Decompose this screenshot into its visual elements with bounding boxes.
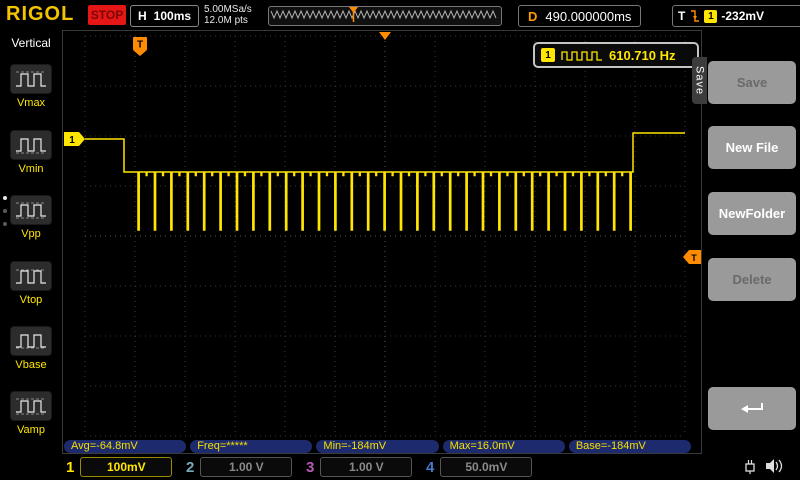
top-status-bar: RIGOL STOP H 100ms 5.00MSa/s 12.0M pts D… (0, 0, 800, 30)
timebase-label: H (138, 9, 147, 23)
trigger-position-marker[interactable]: T (133, 37, 147, 56)
sidebar-item-vbase[interactable]: Vbase (0, 326, 62, 371)
vpp-icon (10, 195, 52, 225)
memory-waveform-icon (271, 11, 496, 18)
channel-3-number: 3 (306, 459, 314, 476)
memory-depth: 12.0M pts (204, 15, 252, 26)
channel-2-status[interactable]: 2 1.00 V (186, 456, 292, 478)
sidebar-item-vpp[interactable]: Vpp (0, 195, 62, 240)
vtop-icon (10, 261, 52, 291)
svg-text:T: T (691, 253, 697, 263)
sidebar-item-vamp[interactable]: Vamp (0, 391, 62, 436)
measurement-base: Base=-184mV (569, 440, 691, 453)
sidebar-item-label: Vmax (0, 97, 62, 109)
channel-3-scale: 1.00 V (320, 457, 412, 477)
sidebar-item-label: Vtop (0, 294, 62, 306)
falling-edge-icon (689, 9, 700, 23)
new-file-button[interactable]: New File (708, 126, 796, 169)
trigger-delay-box[interactable]: D 490.000000ms (518, 5, 641, 27)
sidebar-item-label: Vbase (0, 359, 62, 371)
channel-1-number: 1 (66, 459, 74, 476)
sidebar-item-vmax[interactable]: Vmax (0, 64, 62, 109)
return-arrow-icon (737, 400, 767, 418)
vbase-icon (10, 326, 52, 356)
waveform-display: T 1 T 1 610.710 Hz Avg=-64.8mV Freq=****… (62, 30, 702, 454)
channel-1-trace (85, 133, 685, 230)
channel-2-scale: 1.00 V (200, 457, 292, 477)
measure-category-title: Vertical (0, 36, 62, 50)
sidebar-item-vtop[interactable]: Vtop (0, 261, 62, 306)
channel-4-status[interactable]: 4 50.0mV (426, 456, 532, 478)
trigger-info-box[interactable]: T 1 -232mV (672, 5, 800, 27)
new-folder-button[interactable]: NewFolder (708, 192, 796, 235)
channel-4-scale: 50.0mV (440, 457, 532, 477)
channel-2-number: 2 (186, 459, 194, 476)
trigger-source-badge: 1 (704, 10, 717, 23)
channel-1-level-marker[interactable]: 1 (64, 132, 85, 146)
measurement-freq: Freq=***** (190, 440, 312, 453)
delete-button[interactable]: Delete (708, 258, 796, 301)
soft-menu: Save Save New File NewFolder Delete (702, 30, 800, 480)
svg-text:1: 1 (69, 135, 75, 146)
delay-label: D (528, 9, 537, 24)
sample-rate: 5.00MSa/s (204, 4, 252, 15)
measurement-min: Min=-184mV (316, 440, 438, 453)
measurement-avg: Avg=-64.8mV (64, 440, 186, 453)
channel-1-status[interactable]: 1 100mV (66, 456, 172, 478)
sidebar-item-label: Vpp (0, 228, 62, 240)
frequency-counter-badge: 1 610.710 Hz (533, 42, 699, 68)
sidebar-item-label: Vamp (0, 424, 62, 436)
delay-value: 490.000000ms (545, 9, 631, 24)
sidebar-item-vmin[interactable]: Vmin (0, 130, 62, 175)
sidebar-item-label: Vmin (0, 163, 62, 175)
menu-tab-save: Save (692, 57, 707, 104)
measurement-readout-bar: Avg=-64.8mV Freq=***** Min=-184mV Max=16… (64, 440, 691, 453)
speaker-icon[interactable] (764, 457, 784, 475)
rigol-logo: RIGOL (6, 3, 74, 26)
measurement-max: Max=16.0mV (443, 440, 565, 453)
measure-sidebar: Vertical Vmax Vmin Vpp Vtop Vbase Vamp (0, 30, 62, 480)
frequency-value: 610.710 Hz (609, 48, 676, 63)
channel-4-number: 4 (426, 459, 434, 476)
graticule-grid (85, 36, 685, 436)
sample-rate-readout: 5.00MSa/s 12.0M pts (204, 4, 252, 26)
save-button[interactable]: Save (708, 61, 796, 104)
vamp-icon (10, 391, 52, 421)
pulse-train-icon (561, 49, 603, 62)
channel-status-bar: 1 100mV 2 1.00 V 3 1.00 V 4 50.0mV (0, 454, 800, 480)
vmin-icon (10, 130, 52, 160)
memory-waveform-strip[interactable] (268, 6, 502, 26)
channel-3-status[interactable]: 3 1.00 V (306, 456, 412, 478)
trigger-level-marker[interactable]: T (683, 250, 701, 264)
timebase-value: 100ms (154, 9, 191, 23)
menu-page-indicator (1, 196, 9, 226)
back-button[interactable] (708, 387, 796, 430)
timebase-box[interactable]: H 100ms (130, 5, 199, 27)
trigger-label: T (678, 9, 685, 23)
vmax-icon (10, 64, 52, 94)
usb-icon (742, 457, 758, 475)
svg-text:T: T (137, 40, 143, 51)
trigger-level-value: -232mV (721, 9, 764, 23)
channel-1-scale: 100mV (80, 457, 172, 477)
run-stop-status-badge[interactable]: STOP (88, 5, 126, 25)
graticule-border (63, 31, 702, 454)
freq-source-badge: 1 (541, 48, 555, 62)
